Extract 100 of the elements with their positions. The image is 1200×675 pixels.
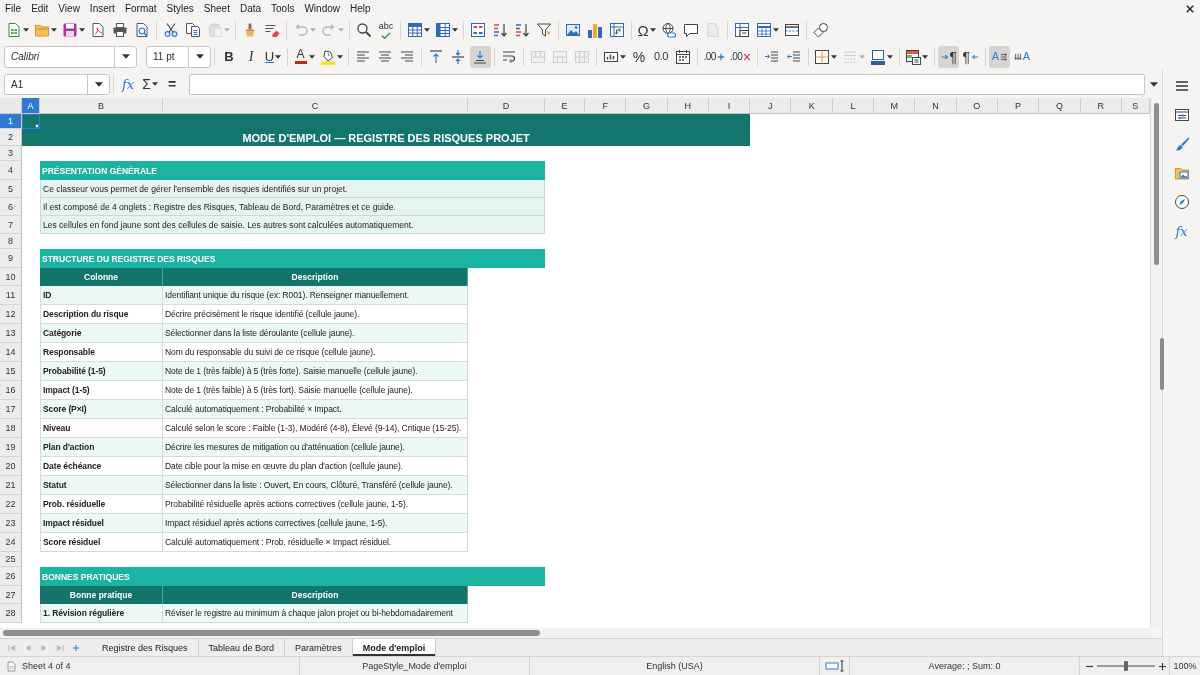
funnel-icon bbox=[536, 22, 552, 38]
column-header[interactable]: O bbox=[956, 98, 998, 114]
percent-button[interactable]: % bbox=[628, 45, 650, 68]
scrollbar-thumb[interactable] bbox=[3, 630, 540, 636]
menu-item[interactable]: Window bbox=[299, 0, 345, 17]
row-header[interactable]: 7 bbox=[0, 216, 22, 234]
skip-left-icon bbox=[7, 642, 17, 653]
column-header[interactable]: D bbox=[468, 98, 545, 114]
row-header[interactable]: 17 bbox=[0, 400, 22, 419]
row-header[interactable]: 27 bbox=[0, 586, 22, 604]
printer-icon bbox=[112, 22, 128, 38]
underline-button[interactable]: U bbox=[262, 45, 284, 68]
spelling-button[interactable]: abc bbox=[375, 19, 397, 41]
font-size-field[interactable]: 11 pt bbox=[146, 45, 211, 68]
row-header[interactable]: 3 bbox=[0, 146, 22, 161]
row-header[interactable]: 24 bbox=[0, 533, 22, 552]
italic-button[interactable]: I bbox=[240, 45, 262, 68]
row-header[interactable]: 15 bbox=[0, 362, 22, 381]
number-button[interactable]: 0.0 bbox=[650, 45, 672, 68]
row-header[interactable]: 9 bbox=[0, 249, 22, 268]
align-bottom-button[interactable] bbox=[469, 45, 491, 68]
column-header[interactable]: N bbox=[915, 98, 957, 114]
font-color-button[interactable]: A bbox=[291, 45, 317, 68]
bold-button[interactable]: B bbox=[218, 45, 240, 68]
caret-icon bbox=[423, 28, 430, 32]
row-header[interactable]: 12 bbox=[0, 305, 22, 324]
sort-descending-icon bbox=[514, 22, 530, 38]
special-character-button[interactable]: Ω bbox=[635, 19, 658, 41]
row-header[interactable]: 16 bbox=[0, 381, 22, 400]
column-header[interactable]: P bbox=[997, 98, 1040, 114]
sum-button[interactable]: Σ bbox=[139, 73, 161, 95]
column-header[interactable]: S bbox=[1121, 98, 1150, 114]
row-header[interactable]: 5 bbox=[0, 180, 22, 198]
font-name-field[interactable]: Calibri bbox=[4, 45, 137, 68]
scrollbar-thumb[interactable] bbox=[1154, 103, 1159, 265]
menu-item[interactable]: Edit bbox=[26, 0, 54, 17]
menu-item[interactable]: Tools bbox=[266, 0, 300, 17]
column-header[interactable]: L bbox=[832, 98, 875, 114]
menu-item[interactable]: Sheet bbox=[198, 0, 235, 17]
row-header[interactable]: 26 bbox=[0, 567, 22, 586]
menu-item[interactable]: Insert bbox=[84, 0, 120, 17]
column-header[interactable]: G bbox=[626, 98, 668, 114]
functions-deck-button[interactable]: fx bbox=[1171, 220, 1192, 242]
menu-item[interactable]: Styles bbox=[161, 0, 199, 17]
row-header[interactable]: 13 bbox=[0, 324, 22, 343]
menu-item[interactable]: File bbox=[0, 0, 27, 17]
caret-icon bbox=[887, 54, 894, 59]
row-header[interactable]: 8 bbox=[0, 234, 22, 249]
table-grid-icon bbox=[434, 22, 451, 38]
column-header[interactable]: K bbox=[791, 98, 833, 114]
row-header[interactable]: 23 bbox=[0, 514, 22, 533]
row-header[interactable]: 28 bbox=[0, 604, 22, 623]
column-header[interactable]: Q bbox=[1039, 98, 1081, 114]
row-header[interactable]: 19 bbox=[0, 438, 22, 457]
row-header[interactable]: 18 bbox=[0, 419, 22, 438]
menu-item[interactable]: Format bbox=[119, 0, 162, 17]
column-header[interactable]: J bbox=[750, 98, 792, 114]
row-header[interactable]: 21 bbox=[0, 476, 22, 495]
sidebar-handle[interactable] bbox=[1160, 338, 1164, 390]
table-cell: Décrire précisément le risque identifié (cellule jaune). bbox=[163, 305, 468, 324]
highlighter-icon bbox=[319, 48, 336, 65]
row-header[interactable]: 6 bbox=[0, 198, 22, 216]
left-to-right-button[interactable]: ¶ bbox=[938, 45, 960, 68]
column-header[interactable]: I bbox=[708, 98, 751, 114]
column-header[interactable]: A bbox=[22, 98, 40, 114]
sheet-tab[interactable]: Mode d'emploi bbox=[352, 639, 437, 656]
menu-item[interactable]: View bbox=[53, 0, 85, 17]
cell-name-field[interactable]: A1 bbox=[4, 73, 110, 95]
table-cell: Score résiduel bbox=[40, 533, 163, 552]
function-wizard-button[interactable]: fx bbox=[117, 73, 139, 95]
merge-cells-icon bbox=[530, 48, 546, 65]
row-header[interactable]: 22 bbox=[0, 495, 22, 514]
formula-button[interactable]: = bbox=[161, 73, 183, 95]
menu-item[interactable]: Help bbox=[345, 0, 376, 17]
align-center-icon bbox=[377, 48, 393, 65]
window-split-icon bbox=[784, 22, 801, 38]
row-header[interactable]: 25 bbox=[0, 552, 22, 567]
row-header[interactable]: 1 bbox=[0, 114, 22, 129]
delete-decimal-button[interactable]: .00 bbox=[727, 45, 754, 68]
row-header[interactable]: 20 bbox=[0, 457, 22, 476]
right-to-left-button[interactable]: ¶ bbox=[960, 45, 982, 68]
row-header[interactable]: 2 bbox=[0, 129, 22, 146]
column-header[interactable]: E bbox=[545, 98, 585, 114]
add-decimal-button[interactable]: .00 bbox=[701, 45, 727, 68]
column-header[interactable]: F bbox=[585, 98, 627, 114]
column-header[interactable]: M bbox=[874, 98, 916, 114]
formula-input-field[interactable] bbox=[189, 73, 1145, 95]
folder-icon bbox=[33, 22, 50, 38]
column-header[interactable]: H bbox=[667, 98, 709, 114]
row-header[interactable]: 14 bbox=[0, 343, 22, 362]
row-header[interactable]: 11 bbox=[0, 286, 22, 305]
close-button[interactable] bbox=[1184, 2, 1196, 15]
slider-thumb[interactable] bbox=[1124, 661, 1128, 671]
column-header[interactable]: R bbox=[1080, 98, 1122, 114]
column-header[interactable]: B bbox=[40, 98, 163, 114]
row-header[interactable]: 10 bbox=[0, 268, 22, 286]
column-header[interactable]: C bbox=[163, 98, 468, 114]
row-header[interactable]: 4 bbox=[0, 161, 22, 180]
text-top-to-bottom-button[interactable]: A bbox=[1011, 45, 1033, 68]
menu-item[interactable]: Data bbox=[234, 0, 267, 17]
